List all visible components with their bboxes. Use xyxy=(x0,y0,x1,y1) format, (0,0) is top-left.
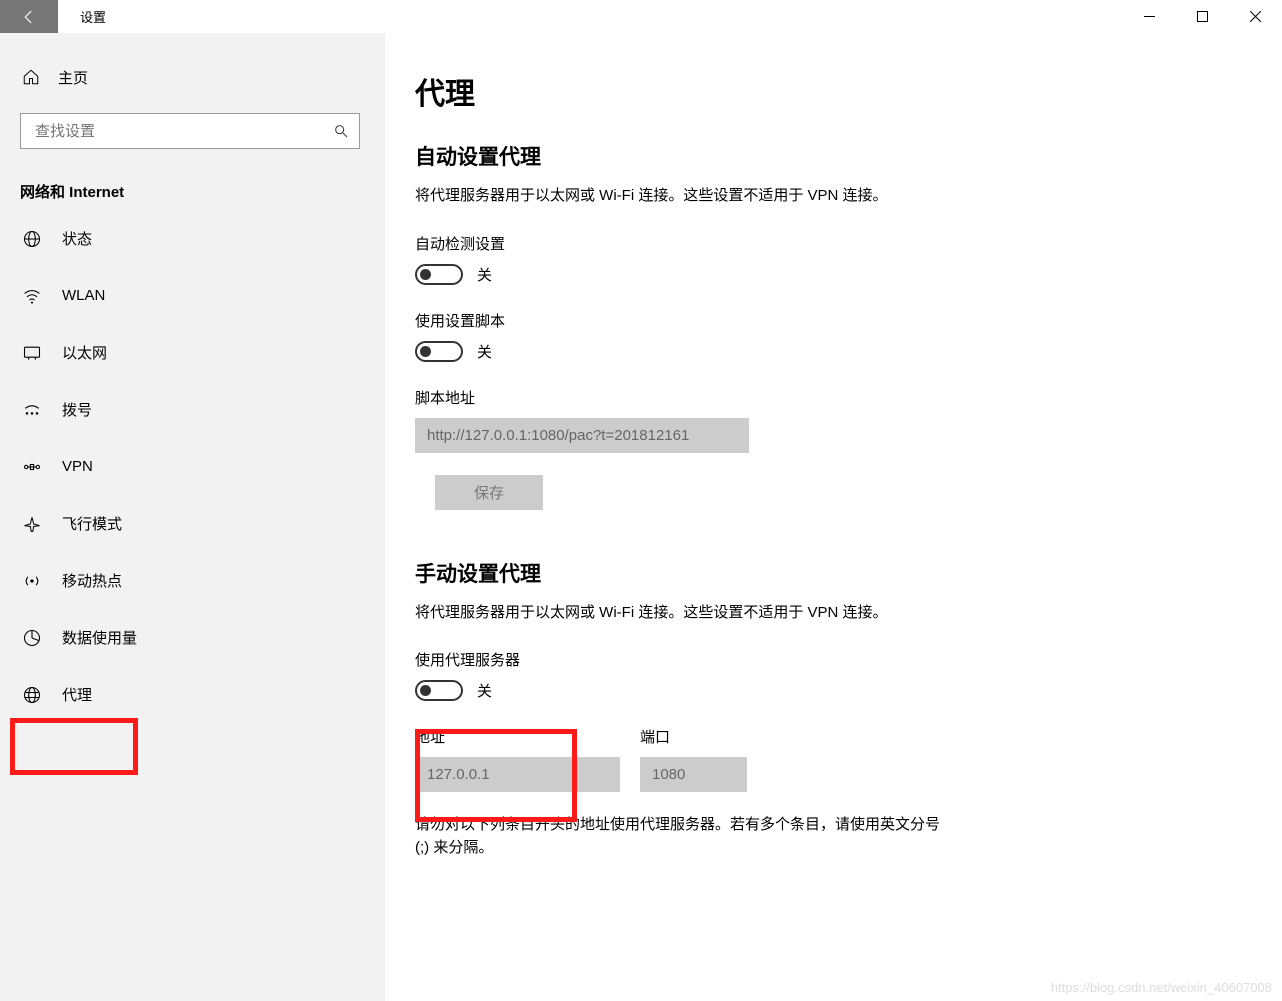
vpn-icon xyxy=(22,457,42,477)
arrow-left-icon xyxy=(20,8,38,26)
back-button[interactable] xyxy=(0,0,58,33)
address-label: 地址 xyxy=(415,726,620,747)
wifi-icon xyxy=(22,286,42,306)
script-toggle-state: 关 xyxy=(477,341,492,362)
sidebar-item-wlan[interactable]: WLAN xyxy=(0,267,385,324)
script-toggle-label: 使用设置脚本 xyxy=(415,310,1252,331)
auto-detect-label: 自动检测设置 xyxy=(415,233,1252,254)
auto-proxy-description: 将代理服务器用于以太网或 Wi-Fi 连接。这些设置不适用于 VPN 连接。 xyxy=(415,185,955,208)
sidebar-item-label: 以太网 xyxy=(62,342,107,363)
sidebar-item-label: 拨号 xyxy=(62,399,92,420)
manual-proxy-description: 将代理服务器用于以太网或 Wi-Fi 连接。这些设置不适用于 VPN 连接。 xyxy=(415,602,955,625)
sidebar-item-status[interactable]: 状态 xyxy=(0,210,385,267)
sidebar-home-label: 主页 xyxy=(58,67,88,88)
close-button[interactable] xyxy=(1229,0,1282,33)
hotspot-icon xyxy=(22,571,42,591)
sidebar-item-label: 数据使用量 xyxy=(62,627,137,648)
home-icon xyxy=(22,68,40,86)
sidebar-item-dialup[interactable]: 拨号 xyxy=(0,381,385,438)
watermark: https://blog.csdn.net/weixin_40607008 xyxy=(1051,980,1272,995)
sidebar-item-label: 移动热点 xyxy=(62,570,122,591)
sidebar: 主页 网络和 Internet 状态 WLAN 以太网 拨号 VPN xyxy=(0,33,385,1001)
use-proxy-toggle[interactable] xyxy=(415,680,463,701)
sidebar-item-hotspot[interactable]: 移动热点 xyxy=(0,552,385,609)
port-input[interactable] xyxy=(640,757,747,792)
script-address-label: 脚本地址 xyxy=(415,387,1252,408)
sidebar-item-data[interactable]: 数据使用量 xyxy=(0,609,385,666)
window-title: 设置 xyxy=(58,0,106,33)
dialup-icon xyxy=(22,400,42,420)
search-input[interactable] xyxy=(35,123,333,140)
sidebar-home[interactable]: 主页 xyxy=(0,53,385,101)
sidebar-item-label: VPN xyxy=(62,458,93,475)
sidebar-item-label: 状态 xyxy=(62,228,92,249)
use-proxy-state: 关 xyxy=(477,680,492,701)
use-proxy-label: 使用代理服务器 xyxy=(415,649,1252,670)
sidebar-item-proxy[interactable]: 代理 xyxy=(0,666,385,723)
auto-proxy-title: 自动设置代理 xyxy=(415,141,1252,171)
sidebar-item-airplane[interactable]: 飞行模式 xyxy=(0,495,385,552)
ethernet-icon xyxy=(22,343,42,363)
status-icon xyxy=(22,229,42,249)
sidebar-item-label: 代理 xyxy=(62,684,92,705)
window-controls xyxy=(1123,0,1282,33)
auto-detect-toggle[interactable] xyxy=(415,264,463,285)
sidebar-item-ethernet[interactable]: 以太网 xyxy=(0,324,385,381)
search-icon xyxy=(333,123,349,139)
maximize-button[interactable] xyxy=(1176,0,1229,33)
data-icon xyxy=(22,628,42,648)
address-input[interactable] xyxy=(415,757,620,792)
sidebar-item-vpn[interactable]: VPN xyxy=(0,438,385,495)
airplane-icon xyxy=(22,514,42,534)
sidebar-section-header: 网络和 Internet xyxy=(0,149,385,210)
search-box[interactable] xyxy=(20,113,360,149)
content-area: 代理 自动设置代理 将代理服务器用于以太网或 Wi-Fi 连接。这些设置不适用于… xyxy=(385,33,1282,1001)
sidebar-item-label: 飞行模式 xyxy=(62,513,122,534)
script-toggle[interactable] xyxy=(415,341,463,362)
save-button[interactable]: 保存 xyxy=(435,475,543,510)
titlebar: 设置 xyxy=(0,0,1282,33)
auto-detect-state: 关 xyxy=(477,264,492,285)
sidebar-item-label: WLAN xyxy=(62,287,105,304)
manual-proxy-title: 手动设置代理 xyxy=(415,558,1252,588)
port-label: 端口 xyxy=(640,726,747,747)
page-title: 代理 xyxy=(415,69,1252,113)
script-address-input[interactable] xyxy=(415,418,749,453)
proxy-icon xyxy=(22,685,42,705)
bypass-description: 请勿对以下列条目开头的地址使用代理服务器。若有多个条目，请使用英文分号 (;) … xyxy=(415,814,955,859)
minimize-button[interactable] xyxy=(1123,0,1176,33)
annotation-highlight xyxy=(10,718,138,775)
